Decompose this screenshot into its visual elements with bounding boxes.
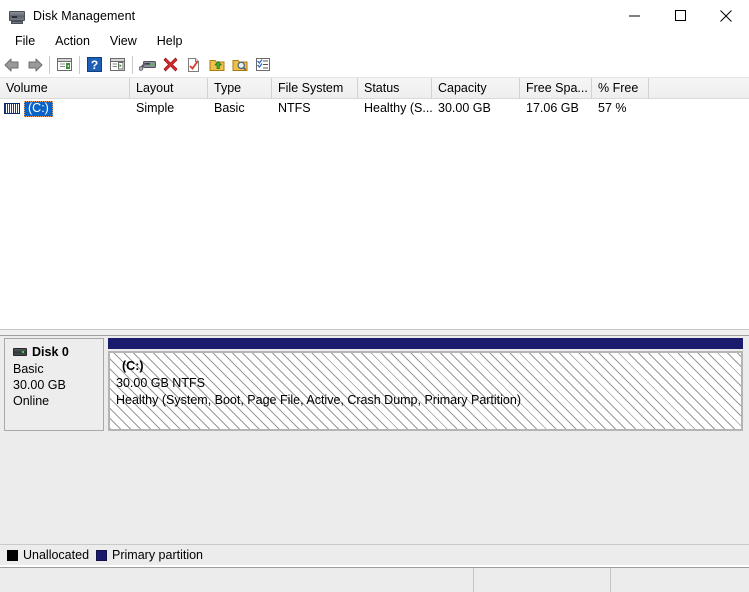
- status-bar: [0, 567, 749, 592]
- list-properties-icon[interactable]: [251, 54, 274, 76]
- disk-name: Disk 0: [32, 345, 69, 359]
- menu-item-file[interactable]: File: [6, 32, 44, 51]
- properties-icon[interactable]: [182, 54, 205, 76]
- disk-management-window: Disk Management File Action View Help ? …: [0, 0, 749, 592]
- show-console-tree-icon[interactable]: [53, 54, 76, 76]
- menu-bar: File Action View Help: [0, 31, 749, 52]
- toolbar-separator-1: [49, 55, 50, 74]
- window-title: Disk Management: [33, 8, 136, 23]
- disk-type: Basic: [13, 362, 44, 376]
- legend-entry-unallocated: Unallocated: [7, 548, 89, 562]
- partition-area: (C:) 30.00 GB NTFS Healthy (System, Boot…: [108, 338, 743, 431]
- column-header-volume[interactable]: Volume: [0, 78, 130, 98]
- partition-color-bar: [108, 338, 743, 349]
- disk-info-panel[interactable]: Disk 0 Basic 30.00 GB Online: [4, 338, 104, 431]
- cell-layout: Simple: [136, 101, 175, 115]
- close-button[interactable]: [703, 0, 749, 31]
- volume-striped-icon: [4, 103, 20, 114]
- window-controls: [611, 0, 749, 31]
- help-icon[interactable]: ?: [83, 54, 106, 76]
- back-arrow-icon[interactable]: [0, 54, 23, 76]
- cell-type: Basic: [214, 101, 245, 115]
- delete-icon[interactable]: [159, 54, 182, 76]
- search-folder-icon[interactable]: [228, 54, 251, 76]
- disk-management-icon: [9, 8, 25, 24]
- title-bar: Disk Management: [0, 0, 749, 31]
- legend-swatch-unallocated: [7, 549, 18, 561]
- cell-status: Healthy (S...: [364, 101, 432, 115]
- toolbar-separator-3: [132, 55, 133, 74]
- legend: Unallocated Primary partition: [0, 544, 749, 565]
- column-header-status[interactable]: Status: [358, 78, 432, 98]
- table-row[interactable]: (C:) Simple Basic NTFS Healthy (S... 30.…: [0, 99, 749, 118]
- partition-status: Healthy (System, Boot, Page File, Active…: [116, 393, 521, 407]
- legend-entry-primary-partition: Primary partition: [96, 548, 203, 562]
- disk-row-0[interactable]: Disk 0 Basic 30.00 GB Online (C:) 30.00 …: [0, 336, 749, 434]
- forward-arrow-icon[interactable]: [23, 54, 46, 76]
- export-list-icon[interactable]: [205, 54, 228, 76]
- minimize-button[interactable]: [611, 0, 657, 31]
- volume-list-header: Volume Layout Type File System Status Ca…: [0, 78, 749, 99]
- cell-percent-free: 57 %: [598, 101, 627, 115]
- disk-title: Disk 0: [13, 345, 103, 359]
- volume-name[interactable]: (C:): [24, 100, 53, 117]
- legend-label-primary-partition: Primary partition: [112, 548, 204, 562]
- partition-label: (C:): [122, 359, 144, 373]
- graphical-disk-view: Disk 0 Basic 30.00 GB Online (C:) 30.00 …: [0, 336, 749, 544]
- pane-splitter[interactable]: [0, 329, 749, 336]
- disk-status: Online: [13, 394, 50, 408]
- column-header-type[interactable]: Type: [208, 78, 272, 98]
- cell-file-system: NTFS: [278, 101, 311, 115]
- cell-capacity: 30.00 GB: [438, 101, 491, 115]
- column-header-layout[interactable]: Layout: [130, 78, 208, 98]
- legend-swatch-primary-partition: [96, 549, 108, 561]
- status-pane-3: [611, 568, 749, 592]
- maximize-button[interactable]: [657, 0, 703, 31]
- cell-free-space: 17.06 GB: [526, 101, 579, 115]
- status-pane-2: [474, 568, 611, 592]
- partition-size-fs: 30.00 GB NTFS: [116, 376, 205, 390]
- partition-block-c[interactable]: (C:) 30.00 GB NTFS Healthy (System, Boot…: [108, 351, 743, 431]
- column-header-file-system[interactable]: File System: [272, 78, 358, 98]
- legend-label-unallocated: Unallocated: [23, 548, 90, 562]
- menu-item-help[interactable]: Help: [148, 32, 192, 51]
- show-action-pane-icon[interactable]: [106, 54, 129, 76]
- disk-drive-icon: [13, 348, 27, 356]
- column-header-capacity[interactable]: Capacity: [432, 78, 520, 98]
- toolbar: ?: [0, 52, 749, 78]
- toolbar-separator-2: [79, 55, 80, 74]
- rescan-disks-icon[interactable]: [136, 54, 159, 76]
- column-header-free-space[interactable]: Free Spa...: [520, 78, 592, 98]
- menu-item-view[interactable]: View: [101, 32, 146, 51]
- disk-size: 30.00 GB: [13, 378, 66, 392]
- menu-item-action[interactable]: Action: [46, 32, 99, 51]
- volume-list[interactable]: Volume Layout Type File System Status Ca…: [0, 78, 749, 329]
- status-pane-1: [0, 568, 474, 592]
- cell-volume[interactable]: (C:): [0, 99, 130, 118]
- column-header-percent-free[interactable]: % Free: [592, 78, 649, 98]
- svg-text:?: ?: [91, 58, 98, 72]
- column-header-filler: [649, 78, 749, 98]
